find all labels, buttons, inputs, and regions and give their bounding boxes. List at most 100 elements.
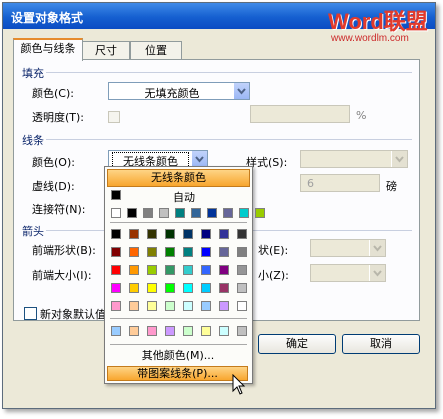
fill-section-title: 填充 [22, 67, 44, 80]
palette-color-swatch[interactable] [201, 283, 211, 293]
line-section-title: 线条 [22, 134, 44, 147]
palette-color-swatch[interactable] [165, 265, 175, 275]
tab-label: 尺寸 [95, 44, 117, 57]
chevron-down-icon[interactable] [233, 83, 249, 99]
palette-color-swatch[interactable] [201, 229, 211, 239]
recent-color-swatch[interactable] [175, 208, 185, 218]
extra-color-swatch[interactable] [111, 326, 121, 336]
end-size-combo[interactable] [310, 264, 386, 282]
palette-color-swatch[interactable] [237, 283, 247, 293]
palette-color-swatch[interactable] [129, 229, 139, 239]
auto-color-label[interactable]: 自动 [173, 189, 195, 205]
palette-color-swatch[interactable] [201, 301, 211, 311]
palette-color-swatch[interactable] [219, 229, 229, 239]
palette-color-swatch[interactable] [147, 265, 157, 275]
palette-color-swatch[interactable] [129, 247, 139, 257]
palette-color-swatch[interactable] [237, 247, 247, 257]
recent-color-swatch[interactable] [159, 208, 169, 218]
transparency-spinner[interactable] [250, 105, 350, 123]
palette-color-swatch[interactable] [147, 229, 157, 239]
palette-color-swatch[interactable] [111, 283, 121, 293]
extra-color-swatch[interactable] [219, 326, 229, 336]
recent-color-swatch[interactable] [255, 208, 265, 218]
watermark-logo: Word联盟 [328, 9, 428, 34]
palette-color-swatch[interactable] [111, 229, 121, 239]
recent-color-swatch[interactable] [191, 208, 201, 218]
transparency-unit: % [356, 109, 367, 122]
palette-color-swatch[interactable] [201, 265, 211, 275]
title-bar[interactable]: 设置对象格式 Word联盟 [3, 3, 435, 34]
chevron-down-icon[interactable] [191, 151, 207, 167]
begin-size-label: 前端大小(I): [32, 269, 92, 282]
palette-color-swatch[interactable] [129, 265, 139, 275]
palette-color-swatch[interactable] [111, 247, 121, 257]
cancel-button[interactable]: 取消 [342, 334, 420, 354]
section-divider [46, 139, 412, 140]
end-size-label: 小(Z): [258, 269, 289, 282]
extra-color-swatch[interactable] [237, 326, 247, 336]
ok-button[interactable]: 确定 [258, 334, 336, 354]
palette-color-swatch[interactable] [147, 247, 157, 257]
end-style-combo[interactable] [310, 239, 386, 257]
palette-color-swatch[interactable] [165, 283, 175, 293]
begin-style-label: 前端形状(B): [32, 244, 96, 257]
line-style-combo[interactable] [300, 150, 408, 168]
end-style-label: 状(E): [258, 244, 289, 257]
palette-color-swatch[interactable] [129, 301, 139, 311]
palette-color-swatch[interactable] [183, 301, 193, 311]
palette-color-swatch[interactable] [183, 247, 193, 257]
dialog-title: 设置对象格式 [11, 11, 84, 25]
palette-color-swatch[interactable] [183, 229, 193, 239]
fill-color-label: 颜色(C): [32, 87, 74, 100]
default-for-new-objects-checkbox[interactable] [24, 307, 37, 320]
recent-color-swatch[interactable] [223, 208, 233, 218]
extra-color-swatch[interactable] [183, 326, 193, 336]
palette-color-swatch[interactable] [237, 301, 247, 311]
extra-color-swatch[interactable] [201, 326, 211, 336]
patterned-lines-item[interactable]: 带图案线条(P)... [107, 366, 248, 381]
extra-color-swatch[interactable] [165, 326, 175, 336]
line-dash-label: 虚线(D): [32, 180, 75, 193]
palette-color-swatch[interactable] [165, 301, 175, 311]
palette-color-swatch[interactable] [219, 301, 229, 311]
watermark-url: www.wordlm.com [331, 33, 409, 44]
line-color-dropdown: 无线条颜色 自动 其他颜色(M)... 带图案线条(P)... [104, 166, 265, 384]
recent-color-swatch[interactable] [239, 208, 249, 218]
more-colors-item[interactable]: 其他颜色(M)... [111, 349, 245, 363]
palette-color-swatch[interactable] [165, 247, 175, 257]
palette-color-swatch[interactable] [201, 247, 211, 257]
palette-color-swatch[interactable] [219, 283, 229, 293]
chevron-down-icon [237, 88, 246, 95]
line-weight-spinner[interactable]: 6 [300, 174, 380, 192]
transparency-slider-left[interactable] [108, 111, 120, 123]
line-color-label: 颜色(O): [32, 156, 75, 169]
auto-color-swatch[interactable] [111, 190, 121, 200]
palette-color-swatch[interactable] [147, 301, 157, 311]
palette-color-swatch[interactable] [219, 247, 229, 257]
palette-color-swatch[interactable] [111, 265, 121, 275]
tab-colors-lines[interactable]: 颜色与线条 [13, 38, 83, 61]
no-line-color-option[interactable]: 无线条颜色 [107, 169, 250, 187]
palette-color-swatch[interactable] [237, 229, 247, 239]
chevron-down-icon [369, 240, 385, 256]
palette-color-swatch[interactable] [165, 229, 175, 239]
palette-color-swatch[interactable] [183, 283, 193, 293]
extra-color-swatch[interactable] [147, 326, 157, 336]
palette-color-swatch[interactable] [219, 265, 229, 275]
tab-size[interactable]: 尺寸 [82, 41, 130, 60]
palette-color-swatch[interactable] [183, 265, 193, 275]
recent-color-swatch[interactable] [207, 208, 217, 218]
chevron-down-icon [395, 156, 404, 163]
palette-color-swatch[interactable] [147, 283, 157, 293]
recent-color-swatch[interactable] [127, 208, 137, 218]
recent-color-swatch[interactable] [111, 208, 121, 218]
extra-color-swatch[interactable] [129, 326, 139, 336]
tab-position[interactable]: 位置 [130, 41, 182, 60]
palette-color-swatch[interactable] [111, 301, 121, 311]
palette-color-swatch[interactable] [237, 265, 247, 275]
tab-label: 位置 [145, 44, 167, 57]
recent-color-swatch[interactable] [143, 208, 153, 218]
dropdown-separator [110, 222, 247, 223]
fill-color-combo[interactable]: 无填充颜色 [108, 82, 250, 100]
palette-color-swatch[interactable] [129, 283, 139, 293]
